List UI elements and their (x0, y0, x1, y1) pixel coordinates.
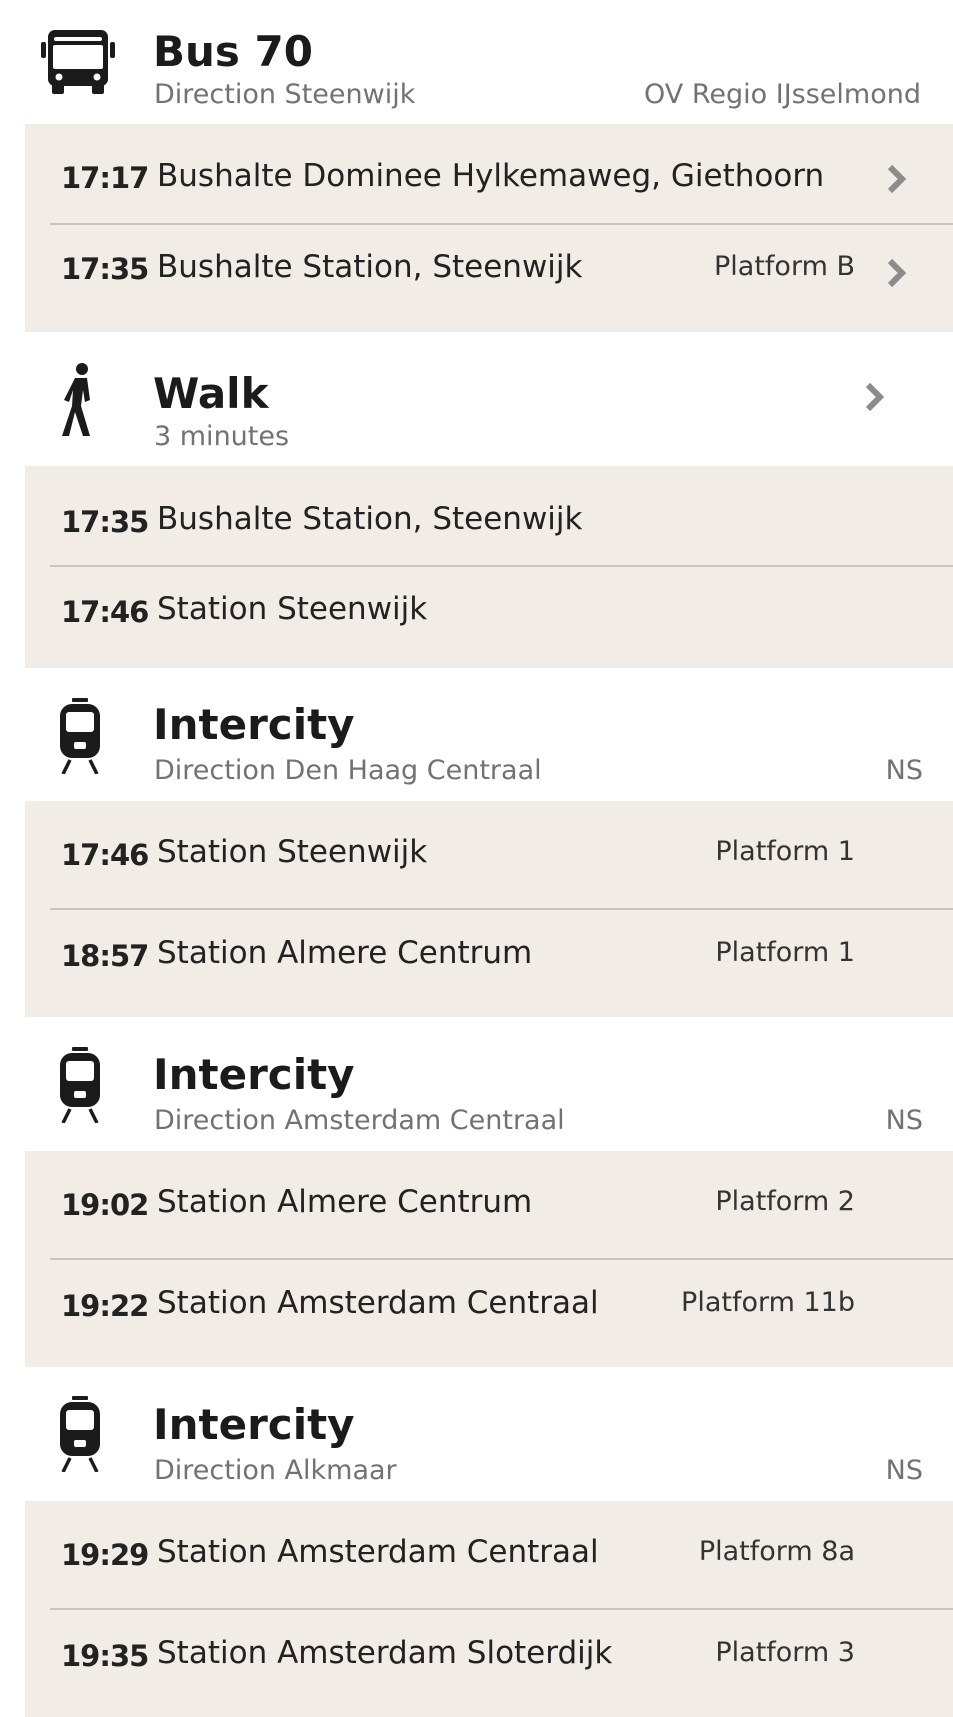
leg-train: Intercity Direction Amsterdam Centraal N… (0, 1017, 953, 1367)
leg-operator: NS (885, 755, 923, 786)
stop-platform: Platform 11b (681, 1287, 855, 1318)
stop-time: 19:29 (61, 1538, 149, 1572)
stop-platform: Platform 1 (715, 836, 855, 867)
stop-time: 18:57 (61, 939, 149, 973)
stop-name: Station Steenwijk (157, 591, 428, 627)
leg-title: Intercity (153, 1050, 355, 1099)
chevron-right-icon[interactable] (885, 258, 909, 288)
leg-duration: 3 minutes (154, 421, 290, 452)
stop-list: 19:29 Station Amsterdam Centraal Platfor… (25, 1501, 953, 1717)
stop-time: 17:46 (61, 838, 149, 872)
stop-time: 17:17 (61, 161, 149, 195)
leg-header[interactable]: Intercity Direction Den Haag Centraal NS (0, 668, 953, 801)
bus-icon (40, 28, 116, 96)
stop-row[interactable]: 17:17 Bushalte Dominee Hylkemaweg, Gieth… (25, 124, 953, 224)
stop-name: Station Steenwijk (157, 834, 428, 870)
stop-platform: Platform 8a (698, 1536, 855, 1567)
stop-row: 17:35 Bushalte Station, Steenwijk (25, 466, 953, 566)
stop-list: 17:35 Bushalte Station, Steenwijk 17:46 … (25, 466, 953, 668)
journey-details: Bus 70 Direction Steenwijk OV Regio IJss… (0, 0, 953, 1717)
leg-direction: Direction Alkmaar (154, 1455, 397, 1486)
leg-operator: OV Regio IJsselmond (644, 79, 921, 110)
stop-platform: Platform 1 (715, 937, 855, 968)
stop-name: Bushalte Station, Steenwijk (157, 249, 583, 285)
stop-list: 17:46 Station Steenwijk Platform 1 18:57… (25, 801, 953, 1017)
stop-row: 17:46 Station Steenwijk (25, 567, 953, 668)
leg-title: Bus 70 (153, 27, 313, 76)
stop-time: 17:35 (61, 505, 149, 539)
stop-name: Station Amsterdam Sloterdijk (157, 1635, 613, 1671)
stop-platform: Platform B (714, 251, 855, 282)
stop-time: 17:35 (61, 252, 149, 286)
walk-icon (60, 362, 100, 438)
train-icon (58, 1396, 102, 1472)
stop-platform: Platform 3 (715, 1637, 855, 1668)
leg-direction: Direction Den Haag Centraal (154, 755, 542, 786)
stop-time: 19:22 (61, 1289, 149, 1323)
stop-name: Station Almere Centrum (157, 935, 533, 971)
stop-platform: Platform 2 (715, 1186, 855, 1217)
chevron-right-icon[interactable] (885, 164, 909, 194)
stop-time: 19:35 (61, 1639, 149, 1673)
stop-row: 19:35 Station Amsterdam Sloterdijk Platf… (25, 1610, 953, 1717)
stop-time: 17:46 (61, 595, 149, 629)
leg-direction: Direction Steenwijk (154, 79, 416, 110)
leg-header[interactable]: Walk 3 minutes (0, 332, 953, 466)
stop-row: 19:22 Station Amsterdam Centraal Platfor… (25, 1260, 953, 1367)
leg-train: Intercity Direction Alkmaar NS 19:29 Sta… (0, 1367, 953, 1717)
stop-row: 19:02 Station Almere Centrum Platform 2 (25, 1151, 953, 1258)
stop-row: 19:29 Station Amsterdam Centraal Platfor… (25, 1501, 953, 1608)
leg-walk: Walk 3 minutes 17:35 Bushalte Station, S… (0, 332, 953, 668)
leg-operator: NS (885, 1455, 923, 1486)
stop-name: Station Almere Centrum (157, 1184, 533, 1220)
leg-title: Walk (153, 369, 269, 418)
stop-name: Bushalte Station, Steenwijk (157, 501, 583, 537)
leg-title: Intercity (153, 1400, 355, 1449)
leg-direction: Direction Amsterdam Centraal (154, 1105, 565, 1136)
stop-name: Station Amsterdam Centraal (157, 1534, 599, 1570)
leg-header[interactable]: Intercity Direction Alkmaar NS (0, 1367, 953, 1501)
stop-list: 17:17 Bushalte Dominee Hylkemaweg, Gieth… (25, 124, 953, 332)
train-icon (58, 698, 102, 774)
stop-name: Station Amsterdam Centraal (157, 1285, 599, 1321)
stop-time: 19:02 (61, 1188, 149, 1222)
stop-list: 19:02 Station Almere Centrum Platform 2 … (25, 1151, 953, 1367)
stop-row: 17:46 Station Steenwijk Platform 1 (25, 801, 953, 908)
chevron-right-icon[interactable] (863, 382, 887, 412)
leg-train: Intercity Direction Den Haag Centraal NS… (0, 668, 953, 1017)
stop-name: Bushalte Dominee Hylkemaweg, Giethoorn (157, 158, 825, 194)
leg-header[interactable]: Bus 70 Direction Steenwijk OV Regio IJss… (0, 0, 953, 124)
leg-bus: Bus 70 Direction Steenwijk OV Regio IJss… (0, 0, 953, 332)
train-icon (58, 1047, 102, 1123)
leg-title: Intercity (153, 700, 355, 749)
stop-row[interactable]: 17:35 Bushalte Station, Steenwijk Platfo… (25, 225, 953, 332)
stop-row: 18:57 Station Almere Centrum Platform 1 (25, 910, 953, 1017)
leg-header[interactable]: Intercity Direction Amsterdam Centraal N… (0, 1017, 953, 1151)
leg-operator: NS (885, 1105, 923, 1136)
